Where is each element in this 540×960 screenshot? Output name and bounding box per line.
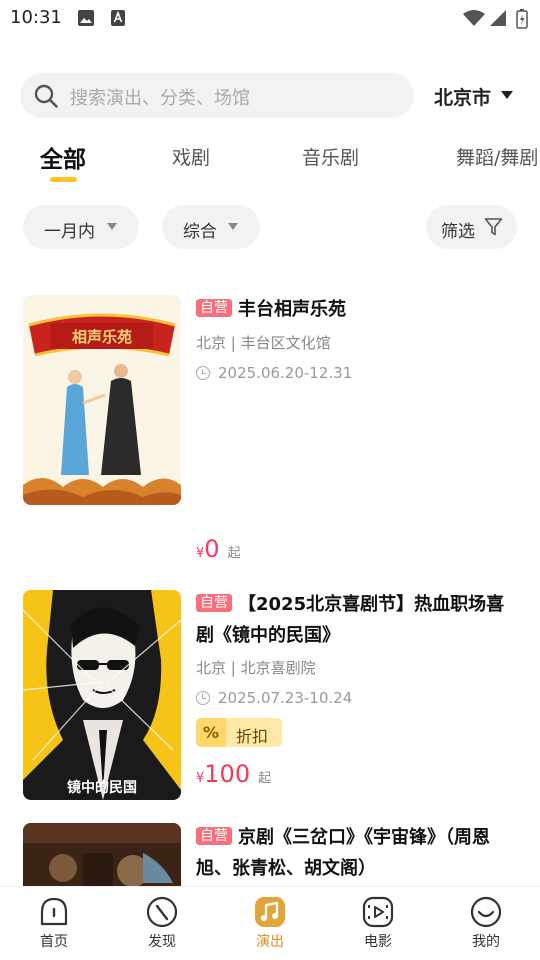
tab-all[interactable]: 全部 xyxy=(40,140,86,174)
nav-item-movies[interactable]: 电影 xyxy=(343,895,413,951)
show-poster[interactable]: 镜中的民国 xyxy=(23,590,181,800)
poster-title: 相声乐苑 xyxy=(72,328,132,346)
time-range-label: 一月内 xyxy=(44,222,95,242)
caret-down-icon xyxy=(228,223,238,230)
compass-icon xyxy=(146,896,178,928)
home-icon xyxy=(40,897,68,926)
self-operated-badge: 自营 xyxy=(196,827,232,845)
filter-funnel-icon xyxy=(484,218,503,236)
nav-label: 电影 xyxy=(364,934,392,950)
nav-item-shows[interactable]: 演出 xyxy=(235,895,305,951)
gallery-icon xyxy=(78,10,94,26)
search-input[interactable]: 搜索演出、分类、场馆 xyxy=(20,73,414,118)
show-title-text: 丰台相声乐苑 xyxy=(238,299,346,320)
time-range-filter[interactable]: 一月内 xyxy=(23,205,139,249)
caret-down-icon[interactable] xyxy=(501,91,513,99)
show-venue: 北京 | 北京喜剧院 xyxy=(196,659,316,677)
tab-active-indicator xyxy=(50,177,77,182)
search-icon xyxy=(34,84,58,108)
show-title: 自营 丰台相声乐苑 xyxy=(196,294,521,325)
price-value: 100 xyxy=(204,760,251,788)
tab-drama[interactable]: 戏剧 xyxy=(172,143,210,170)
show-poster[interactable]: 相声乐苑 xyxy=(23,295,181,505)
show-date-text: 2025.06.20-12.31 xyxy=(218,364,353,382)
nav-label: 首页 xyxy=(40,934,68,950)
price-value: 0 xyxy=(204,535,220,563)
bottom-nav: 首页 发现 演出 电影 我的 xyxy=(0,886,540,960)
show-price: ¥0 起 xyxy=(196,535,241,563)
self-operated-badge: 自营 xyxy=(196,594,232,612)
caret-down-icon xyxy=(107,223,117,230)
screen-label: 筛选 xyxy=(441,222,475,242)
status-bar: 10:31 xyxy=(0,0,540,36)
status-time: 10:31 xyxy=(10,7,62,28)
show-poster[interactable] xyxy=(23,823,181,893)
nav-label: 发现 xyxy=(148,934,176,950)
screen-filter-button[interactable]: 筛选 xyxy=(426,205,517,249)
show-date: 2025.06.20-12.31 xyxy=(196,364,352,382)
show-title: 自营 【2025北京喜剧节】热血职场喜剧《镜中的民国》 xyxy=(196,589,521,651)
show-venue: 北京 | 丰台区文化馆 xyxy=(196,334,331,352)
show-date-text: 2025.07.23-10.24 xyxy=(218,689,353,707)
show-title-text: 京剧《三岔口》《宇宙锋》（周恩旭、张青松、胡文阁） xyxy=(196,827,490,879)
film-icon xyxy=(362,896,394,928)
nav-item-mine[interactable]: 我的 xyxy=(451,895,521,951)
tab-dance[interactable]: 舞蹈/舞剧 xyxy=(456,143,538,170)
nav-label: 演出 xyxy=(256,934,284,950)
clock-icon xyxy=(196,691,210,705)
signal-icon xyxy=(490,10,506,26)
price-suffix: 起 xyxy=(227,546,241,561)
discount-label: 折扣 xyxy=(236,727,269,746)
show-price: ¥100 起 xyxy=(196,760,271,788)
wifi-icon xyxy=(463,10,485,26)
search-placeholder: 搜索演出、分类、场馆 xyxy=(70,88,250,109)
tab-dance-clip: 舞蹈/舞剧 xyxy=(456,143,540,171)
city-selector[interactable]: 北京市 xyxy=(434,83,491,110)
show-title: 自营 京剧《三岔口》《宇宙锋》（周恩旭、张青松、胡文阁） xyxy=(196,822,521,884)
poster-title: 镜中的民国 xyxy=(67,779,137,795)
tab-musical[interactable]: 音乐剧 xyxy=(302,143,359,170)
discount-tag: % 折扣 xyxy=(196,718,282,747)
show-title-text: 【2025北京喜剧节】热血职场喜剧《镜中的民国》 xyxy=(196,594,505,646)
nav-item-home[interactable]: 首页 xyxy=(19,895,89,951)
battery-icon xyxy=(516,9,528,29)
font-app-icon xyxy=(111,10,125,26)
self-operated-badge: 自营 xyxy=(196,299,232,317)
percent-icon: % xyxy=(196,718,226,747)
sort-filter[interactable]: 综合 xyxy=(162,205,260,249)
nav-item-discover[interactable]: 发现 xyxy=(127,895,197,951)
music-note-icon xyxy=(255,897,285,927)
clock-icon xyxy=(196,366,210,380)
nav-label: 我的 xyxy=(472,934,500,950)
price-suffix: 起 xyxy=(258,771,272,786)
show-date: 2025.07.23-10.24 xyxy=(196,689,352,707)
sort-label: 综合 xyxy=(183,222,217,242)
profile-smile-icon xyxy=(470,896,502,928)
